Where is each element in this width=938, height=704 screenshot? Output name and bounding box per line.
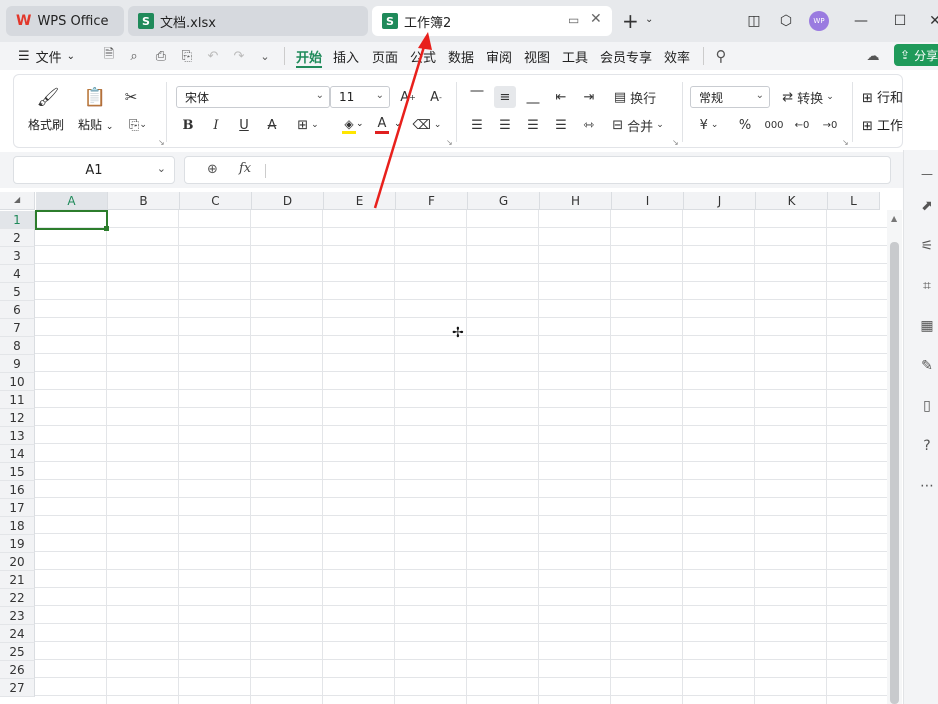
arrow-shaft [373, 39, 428, 209]
annotation-arrow [373, 32, 432, 209]
arrow-head [418, 32, 432, 50]
